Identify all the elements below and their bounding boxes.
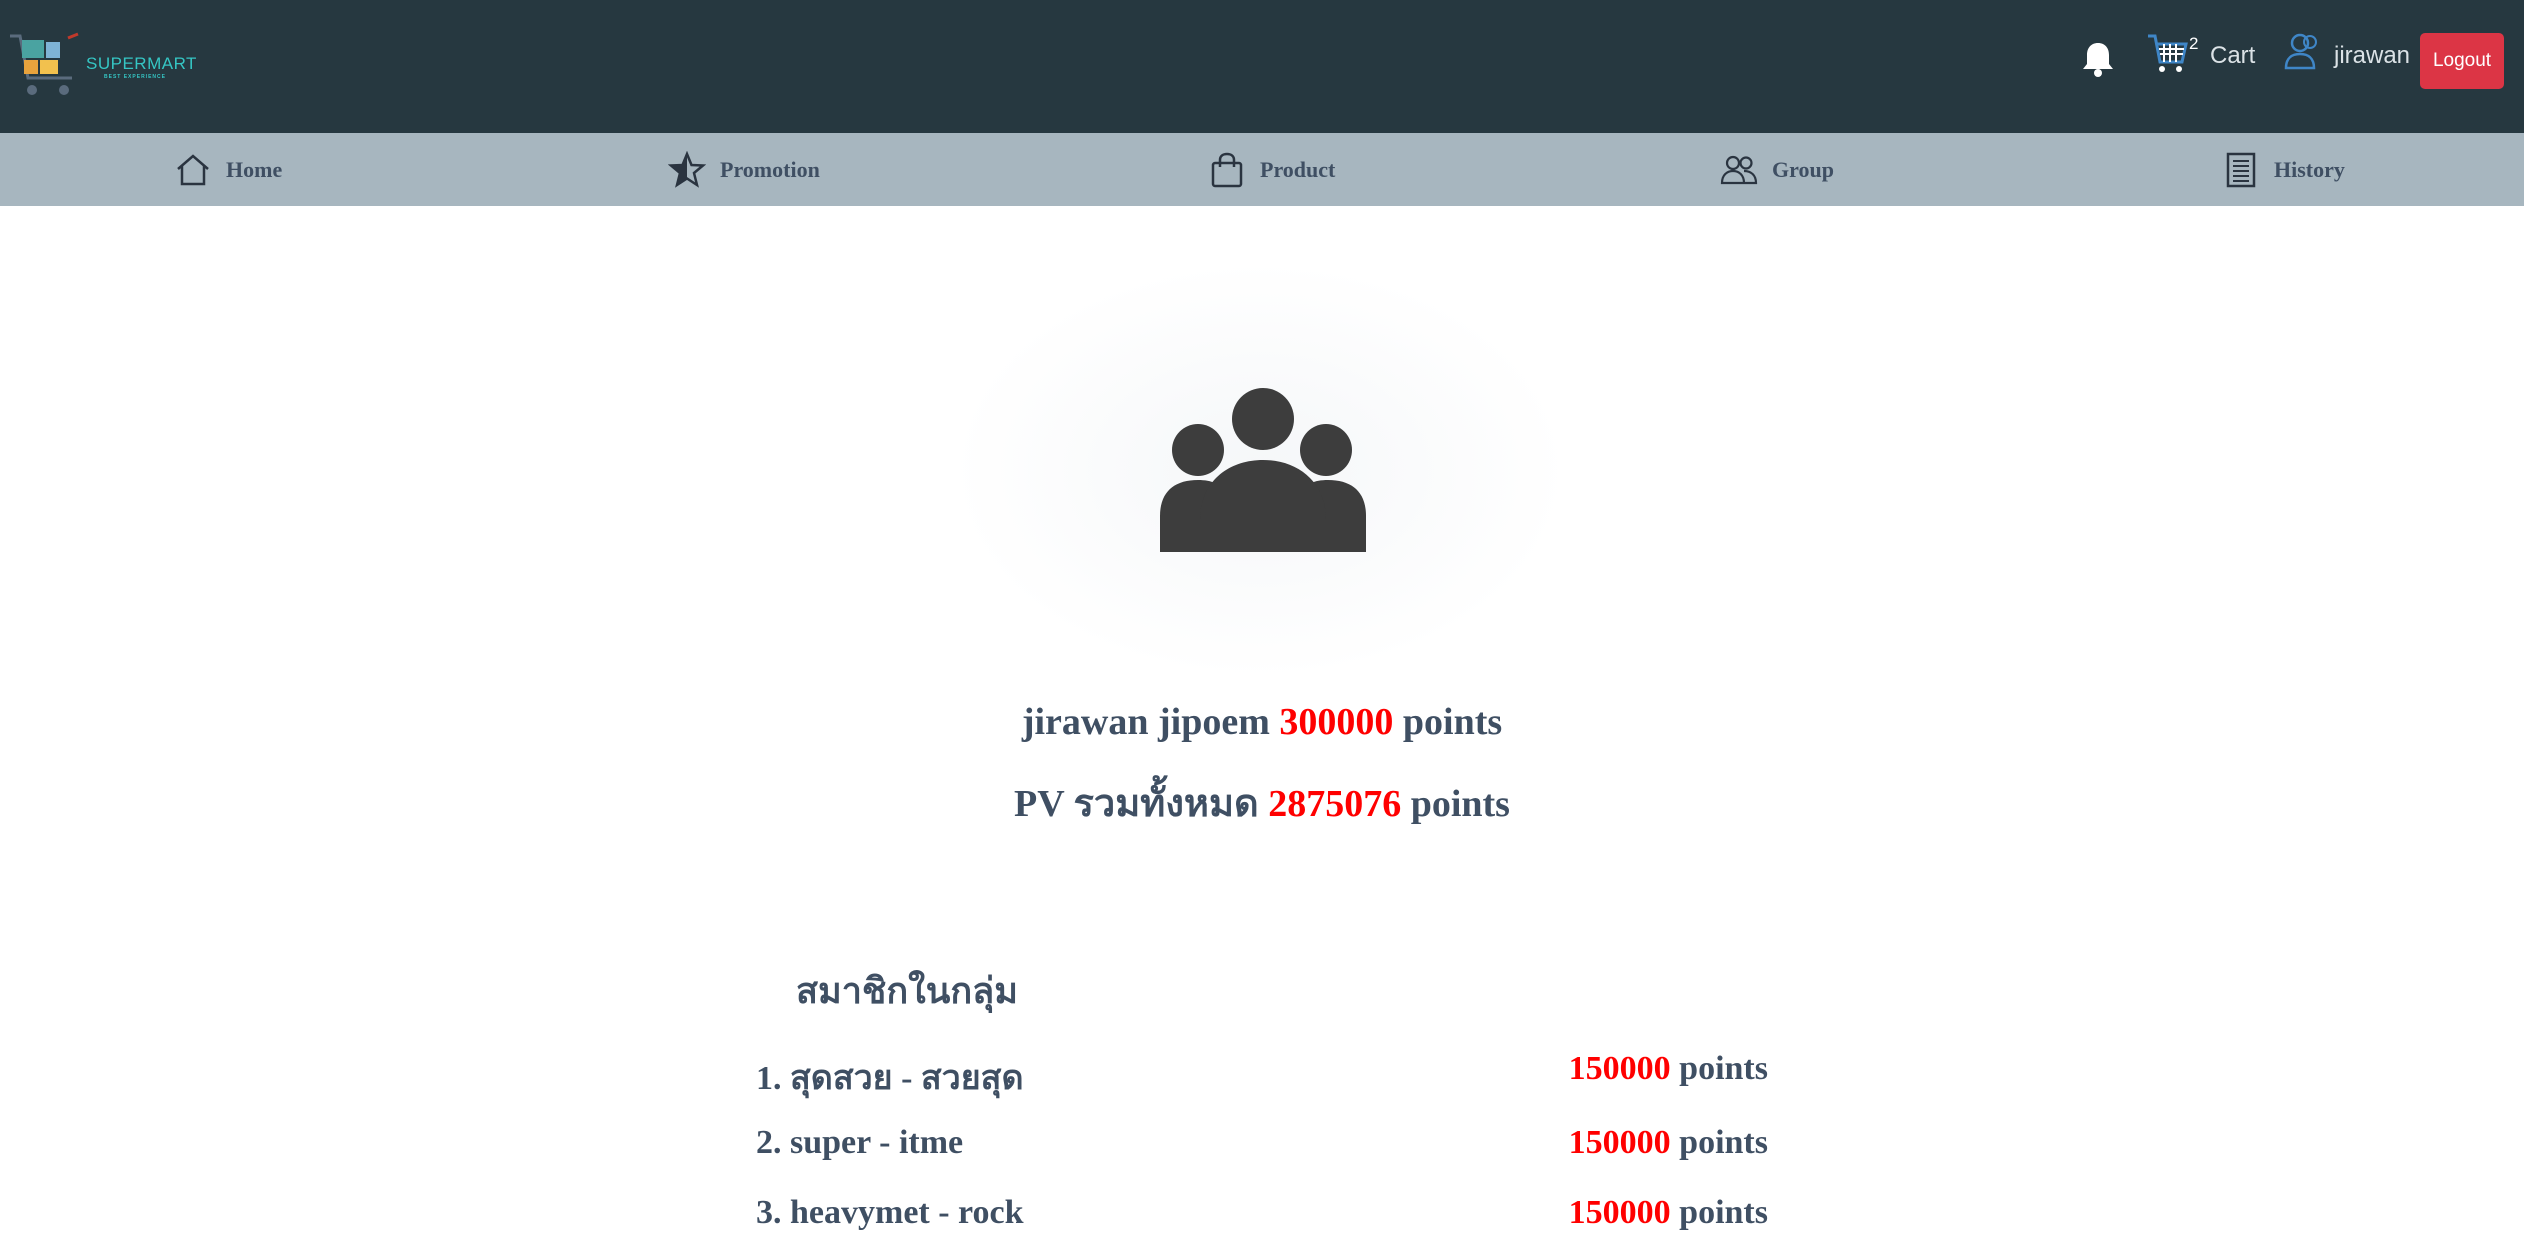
nav-item-group[interactable]: Group (1720, 133, 1834, 206)
brand-name: SUPERMART (86, 54, 197, 73)
nav-item-promotion[interactable]: Promotion (668, 133, 820, 206)
shopping-bag-icon (1211, 152, 1243, 187)
people-icon (1720, 155, 1758, 184)
pv-total-unit: points (1410, 783, 1510, 825)
nav-item-home[interactable]: Home (174, 133, 282, 206)
nav-label-group: Group (1772, 156, 1834, 182)
shopping-cart-logo-icon (10, 32, 79, 95)
cart-count-badge: 2 (2189, 34, 2199, 53)
user-points-unit: points (1402, 701, 1503, 743)
top-header: SUPERMART BEST EXPERIENCE 2 Cart jirawan… (0, 0, 2524, 133)
pv-total-summary: PV รวมทั้งหมด 2875076 points (0, 772, 2524, 833)
member-points: 150000 points (1568, 1050, 1768, 1087)
logout-button[interactable]: Logout (2420, 33, 2504, 89)
member-name: 1. สุดสวย - สวยสุด (756, 1060, 1024, 1097)
nav-label-promotion: Promotion (720, 156, 820, 182)
nav-label-home: Home (226, 156, 283, 182)
pv-total-label: PV รวมทั้งหมด (1014, 783, 1259, 825)
brand-tagline: BEST EXPERIENCE (104, 74, 166, 80)
nav-item-history[interactable]: History (2222, 133, 2345, 206)
member-row: 1. สุดสวย - สวยสุด 150000 points (756, 1050, 1768, 1100)
supermart-logo[interactable]: SUPERMART BEST EXPERIENCE (6, 30, 196, 104)
nav-label-history: History (2274, 156, 2345, 182)
nav-item-product[interactable]: Product (1208, 133, 1335, 206)
group-members-title: สมาชิกในกลุ่ม (796, 971, 1018, 1011)
member-name: 3. heavymet - rock (756, 1194, 1024, 1231)
member-row: 3. heavymet - rock 150000 points (756, 1194, 1768, 1244)
cart-icon (2148, 34, 2188, 72)
bell-icon (2083, 43, 2113, 77)
user-points-summary: jirawan jipoem 300000 points (0, 700, 2524, 744)
nav-label-product: Product (1260, 156, 1336, 182)
user-points-value: 300000 (1279, 701, 1394, 743)
user-icon (2284, 33, 2317, 70)
member-points: 150000 points (1568, 1124, 1768, 1161)
star-icon (668, 150, 706, 188)
receipt-icon (2226, 152, 2256, 187)
pv-total-value: 2875076 (1268, 783, 1402, 825)
username-label: jirawan (2334, 42, 2411, 69)
home-icon (177, 153, 209, 185)
notification-button[interactable] (2080, 40, 2116, 78)
member-points: 150000 points (1568, 1194, 1768, 1231)
user-full-name: jirawan jipoem (1021, 701, 1270, 743)
cart-label: Cart (2210, 42, 2256, 69)
member-name: 2. super - itme (756, 1124, 964, 1161)
group-users-icon (1160, 388, 1366, 552)
main-nav: Home Promotion Product Group History (0, 133, 2524, 206)
member-row: 2. super - itme 150000 points (756, 1124, 1768, 1174)
